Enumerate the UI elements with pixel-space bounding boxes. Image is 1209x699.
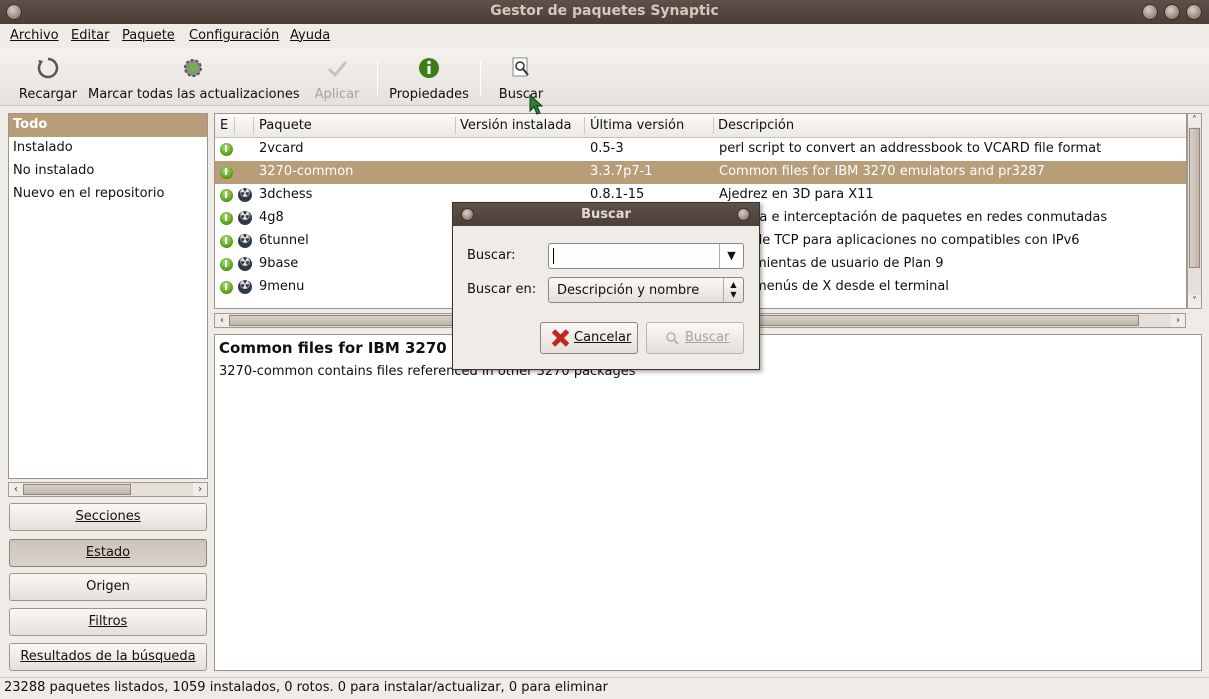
column-header-status[interactable]: E: [220, 118, 228, 133]
chevron-down-icon[interactable]: ▼: [719, 244, 743, 268]
scroll-right-icon[interactable]: ›: [193, 483, 207, 496]
filter-item-todo[interactable]: Todo: [9, 114, 207, 137]
sections-button[interactable]: Secciones: [9, 503, 207, 531]
column-header-latest-version[interactable]: Última versión: [590, 118, 684, 133]
column-header-installed-version[interactable]: Versión instalada: [460, 118, 571, 133]
table-row[interactable]: 2vcard 0.5-3 perl script to convert an a…: [215, 138, 1186, 161]
unsupported-icon: [238, 278, 252, 294]
not-installed-status-icon: [220, 212, 233, 225]
not-installed-status-icon: [220, 189, 233, 202]
menu-configuracion[interactable]: Configuración: [189, 28, 279, 43]
search-icon: [512, 57, 529, 77]
unsupported-icon: [238, 255, 252, 271]
info-icon: [419, 58, 439, 78]
search-in-label: Buscar en:: [467, 282, 537, 297]
scroll-left-icon[interactable]: ‹: [9, 483, 23, 496]
dialog-title: Buscar: [581, 207, 631, 222]
reload-button[interactable]: Recargar: [16, 54, 80, 102]
filter-list-hscrollbar[interactable]: ‹ ›: [8, 482, 208, 497]
unsupported-icon: [238, 232, 252, 248]
package-table-vscrollbar[interactable]: ˄ ˅: [1187, 113, 1202, 309]
description-heading: Common files for IBM 3270 e: [219, 339, 463, 357]
status-button[interactable]: Estado: [9, 539, 207, 567]
filter-item-no-instalado[interactable]: No instalado: [9, 160, 207, 183]
scroll-left-icon[interactable]: ‹: [215, 314, 229, 327]
menu-ayuda[interactable]: Ayuda: [290, 28, 330, 43]
maximize-icon[interactable]: [1164, 4, 1180, 20]
toolbar: Recargar Marcar todas las actualizacione…: [0, 48, 1209, 106]
scroll-up-icon[interactable]: ˄: [1188, 114, 1201, 127]
toolbar-separator: [480, 60, 481, 96]
menu-archivo[interactable]: Archivo: [10, 28, 59, 43]
dialog-search-button[interactable]: Buscar: [646, 322, 744, 354]
scroll-right-icon[interactable]: ›: [1171, 314, 1185, 327]
search-results-button[interactable]: Resultados de la búsqueda: [9, 643, 207, 671]
dialog-close-icon[interactable]: [737, 208, 750, 221]
status-text: 23288 paquetes listados, 1059 instalados…: [4, 680, 608, 695]
gear-icon: [184, 59, 202, 77]
window-title: Gestor de paquetes Synaptic: [490, 3, 719, 19]
window-titlebar: Gestor de paquetes Synaptic: [0, 0, 1209, 24]
not-installed-status-icon: [220, 281, 233, 294]
search-label: Buscar:: [467, 248, 516, 263]
filter-list: Todo Instalado No instalado Nuevo en el …: [8, 113, 208, 479]
unsupported-icon: [238, 209, 252, 225]
updown-icon: ▲ ▼: [723, 278, 743, 302]
package-description: Common files for IBM 3270 e 3270-common …: [214, 334, 1202, 671]
column-header-package[interactable]: Paquete: [259, 118, 312, 133]
column-header-description[interactable]: Descripción: [718, 118, 794, 133]
scroll-thumb[interactable]: [23, 484, 131, 495]
search-in-select[interactable]: Descripción y nombre ▲ ▼: [548, 277, 744, 303]
not-installed-status-icon: [220, 143, 233, 156]
filters-button[interactable]: Filtros: [9, 608, 207, 636]
close-icon[interactable]: [1186, 4, 1202, 20]
table-row[interactable]: 3270-common 3.3.7p7-1 Common files for I…: [215, 161, 1186, 184]
toolbar-separator: [377, 60, 378, 96]
menu-editar[interactable]: Editar: [71, 28, 110, 43]
cancel-button[interactable]: Cancelar: [540, 322, 638, 354]
dialog-titlebar: Buscar: [453, 203, 759, 226]
minimize-icon[interactable]: [1142, 4, 1158, 20]
table-header: E Paquete Versión instalada Última versi…: [215, 114, 1186, 138]
search-combobox[interactable]: ▼: [548, 243, 744, 269]
origin-button[interactable]: Origen: [9, 573, 207, 601]
search-input[interactable]: [552, 247, 718, 265]
not-installed-status-icon: [220, 235, 233, 248]
mouse-pointer-icon: [529, 94, 543, 115]
menu-paquete[interactable]: Paquete: [122, 28, 175, 43]
not-installed-status-icon: [220, 258, 233, 271]
unsupported-icon: [238, 186, 252, 202]
scroll-down-icon[interactable]: ˅: [1188, 295, 1201, 308]
not-installed-status-icon: [220, 166, 233, 179]
filter-item-instalado[interactable]: Instalado: [9, 137, 207, 160]
text-cursor: [553, 248, 554, 264]
properties-button[interactable]: Propiedades: [388, 54, 470, 102]
apply-button[interactable]: Aplicar: [306, 54, 368, 102]
status-bar: 23288 paquetes listados, 1059 instalados…: [0, 677, 1209, 699]
reload-icon: [37, 57, 59, 79]
menu-bar: Archivo Editar Paquete Configuración Ayu…: [0, 24, 1209, 48]
filter-item-nuevo[interactable]: Nuevo en el repositorio: [9, 183, 207, 206]
checkmark-icon: [327, 61, 348, 78]
search-icon: [666, 332, 679, 345]
mark-all-upgrades-button[interactable]: Marcar todas las actualizaciones: [88, 54, 300, 102]
scroll-thumb[interactable]: [1189, 128, 1200, 268]
cancel-icon: [550, 328, 570, 348]
search-dialog: Buscar Buscar: ▼ Buscar en: Descripción …: [452, 202, 760, 370]
